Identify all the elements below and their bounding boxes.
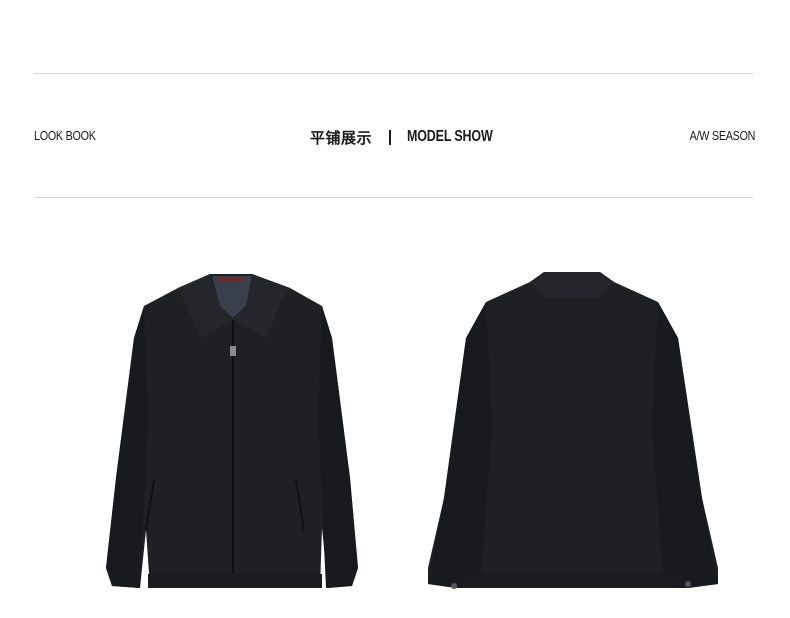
jacket-front-illustration — [106, 274, 358, 588]
title-separator — [389, 129, 392, 145]
top-divider — [34, 73, 753, 74]
bottom-divider — [34, 197, 753, 198]
jacket-back-image — [422, 268, 722, 598]
section-title: 平铺展示 MODEL SHOW — [310, 124, 517, 150]
jacket-front-image — [100, 268, 367, 598]
look-book-label: LOOK BOOK — [34, 129, 96, 143]
season-label: A/W SEASON — [689, 129, 755, 143]
jacket-back-illustration — [428, 272, 718, 589]
section-title-cn: 平铺展示 — [310, 128, 373, 147]
section-title-en: MODEL SHOW — [407, 128, 493, 145]
section-header: LOOK BOOK 平铺展示 MODEL SHOW A/W SEASON — [34, 124, 755, 150]
